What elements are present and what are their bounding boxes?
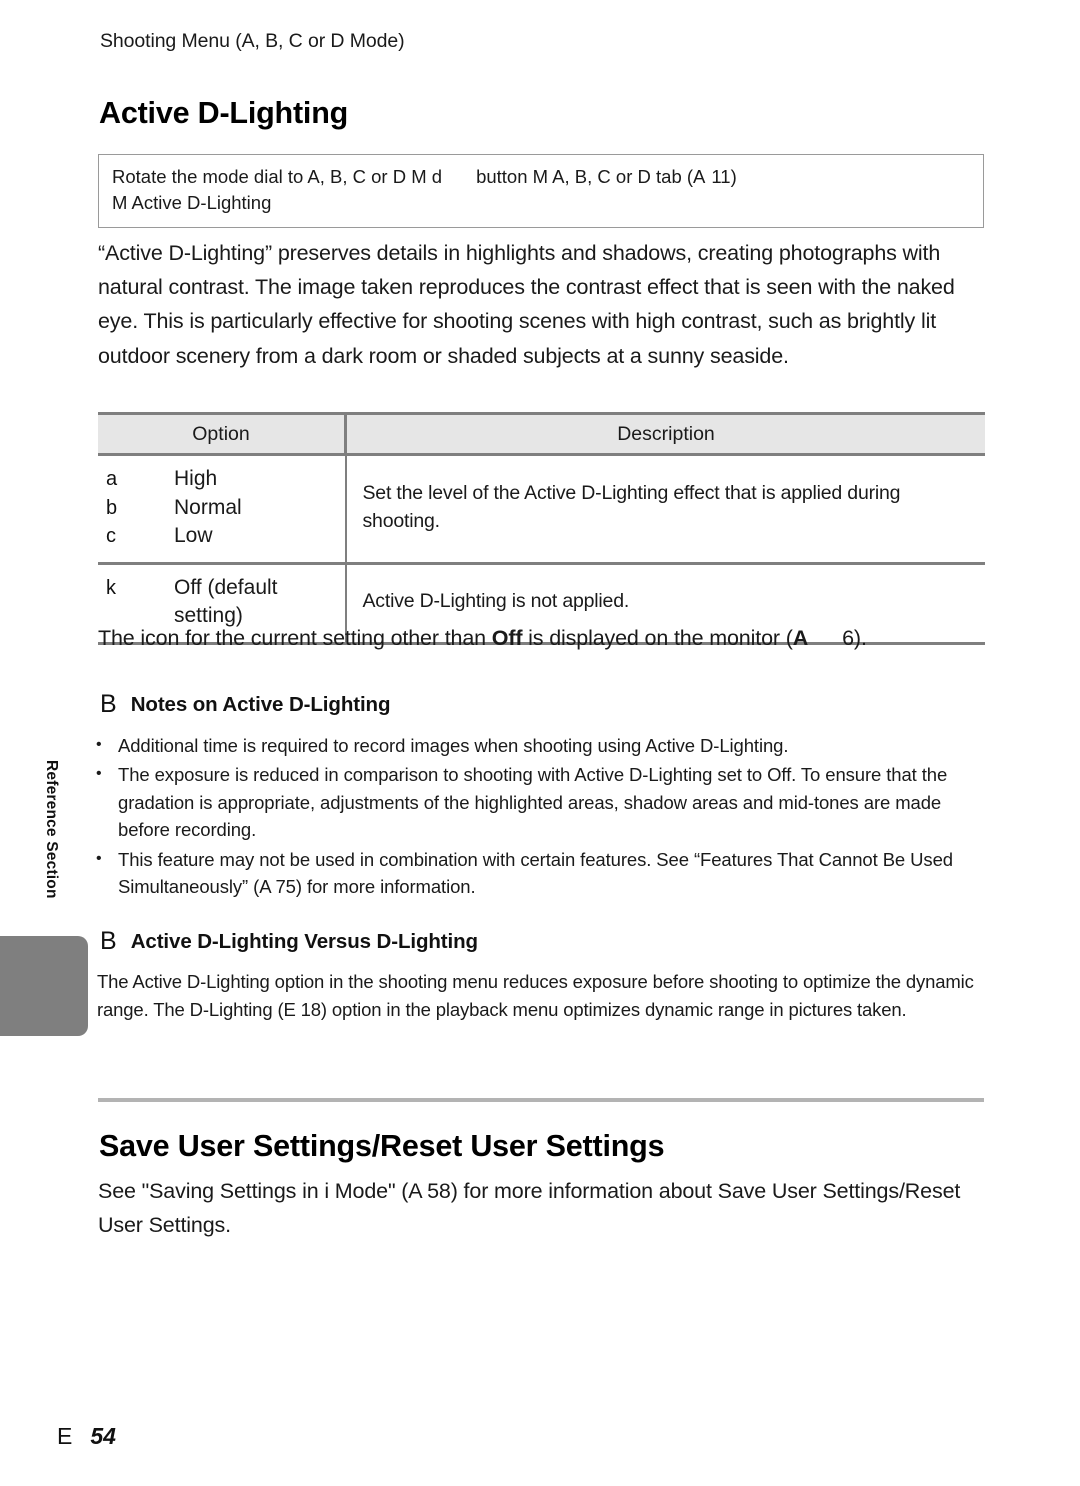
- document-page: Reference Section Shooting Menu (A, B, C…: [0, 0, 1080, 1486]
- tip-heading-versus: B Active D-Lighting Versus D-Lighting: [100, 927, 478, 956]
- menu-path-line-2: M Active D-Lighting: [112, 192, 272, 214]
- bullet-icon: •: [96, 765, 102, 783]
- list-item-text: This feature may not be used in combinat…: [118, 848, 953, 897]
- side-section-label: Reference Section: [43, 759, 60, 899]
- option-entry: a High: [98, 465, 345, 494]
- description-cell: Set the level of the Active D-Lighting e…: [345, 454, 985, 565]
- footer-number: 54: [90, 1423, 116, 1449]
- after-table-off-emphasis: Off: [491, 626, 523, 650]
- table-row: a High b Normal c Low Set the level of t…: [98, 454, 985, 565]
- column-header-option: Option: [98, 412, 347, 456]
- menu-path-part-1: Rotate the mode dial to A, B, C or D M d: [112, 166, 443, 187]
- after-table-part-1: The icon for the current setting other t…: [98, 626, 492, 650]
- option-entry: b Normal: [98, 494, 345, 523]
- option-table-head: Option Description: [98, 412, 985, 456]
- running-head: Shooting Menu (A, B, C or D Mode): [100, 30, 405, 52]
- after-table-part-3: 6).: [842, 626, 867, 650]
- tip-heading-text: Active D-Lighting Versus D-Lighting: [130, 930, 478, 953]
- option-table-body: a High b Normal c Low Set the level of t…: [98, 454, 985, 645]
- option-label: Normal: [174, 495, 242, 519]
- a-reference-icon: A: [792, 626, 809, 650]
- column-header-description: Description: [345, 412, 985, 456]
- list-item: • The exposure is reduced in comparison …: [96, 761, 986, 843]
- option-icon-a: a: [106, 468, 118, 490]
- menu-path-part-3: 11): [711, 166, 737, 187]
- menu-path-part-2: button M A, B, C or D tab (A: [476, 166, 706, 187]
- tip-heading-notes: B Notes on Active D-Lighting: [100, 690, 391, 719]
- footer-page-number: E 54: [57, 1423, 116, 1450]
- section-paragraph-secondary: See "Saving Settings in i Mode" (A 58) f…: [98, 1179, 961, 1237]
- after-table-part-2: is displayed on the monitor (: [522, 626, 793, 650]
- option-table: Option Description a High b Normal c Low…: [98, 412, 985, 645]
- list-item: • This feature may not be used in combin…: [96, 846, 986, 901]
- caution-marker-icon: B: [100, 690, 117, 718]
- list-item: • Additional time is required to record …: [96, 732, 986, 759]
- option-icon-c: c: [106, 525, 116, 548]
- option-icon-k: k: [106, 576, 116, 599]
- option-cell: a High b Normal c Low: [98, 454, 347, 565]
- side-section-tab: [0, 936, 88, 1036]
- intro-paragraph: “Active D-Lighting” preserves details in…: [98, 241, 955, 368]
- menu-path-line-1: Rotate the mode dial to A, B, C or D M d…: [112, 164, 970, 190]
- page-title-secondary: Save User Settings/Reset User Settings: [99, 1129, 665, 1163]
- option-label: Low: [174, 524, 213, 548]
- option-label: High: [174, 467, 218, 490]
- menu-path-box: Rotate the mode dial to A, B, C or D M d…: [98, 154, 984, 228]
- table-header-row: Option Description: [98, 412, 985, 456]
- list-item-text: Additional time is required to record im…: [118, 735, 789, 756]
- tip-heading-text: Notes on Active D-Lighting: [130, 693, 391, 716]
- bullet-icon: •: [96, 736, 102, 753]
- list-item-text: The exposure is reduced in comparison to…: [118, 764, 948, 841]
- page-title: Active D-Lighting: [99, 96, 349, 130]
- caution-marker-icon: B: [100, 927, 117, 955]
- option-icon-b: b: [106, 496, 118, 519]
- bullet-icon: •: [96, 849, 102, 867]
- section-divider: [98, 1098, 984, 1102]
- tip-paragraph-versus: The Active D-Lighting option in the shoo…: [97, 971, 974, 1020]
- footer-section-marker: E: [57, 1423, 73, 1449]
- after-table-note: The icon for the current setting other t…: [98, 622, 998, 654]
- option-entry: c Low: [98, 522, 345, 551]
- tip-bullet-list-notes: • Additional time is required to record …: [96, 732, 986, 902]
